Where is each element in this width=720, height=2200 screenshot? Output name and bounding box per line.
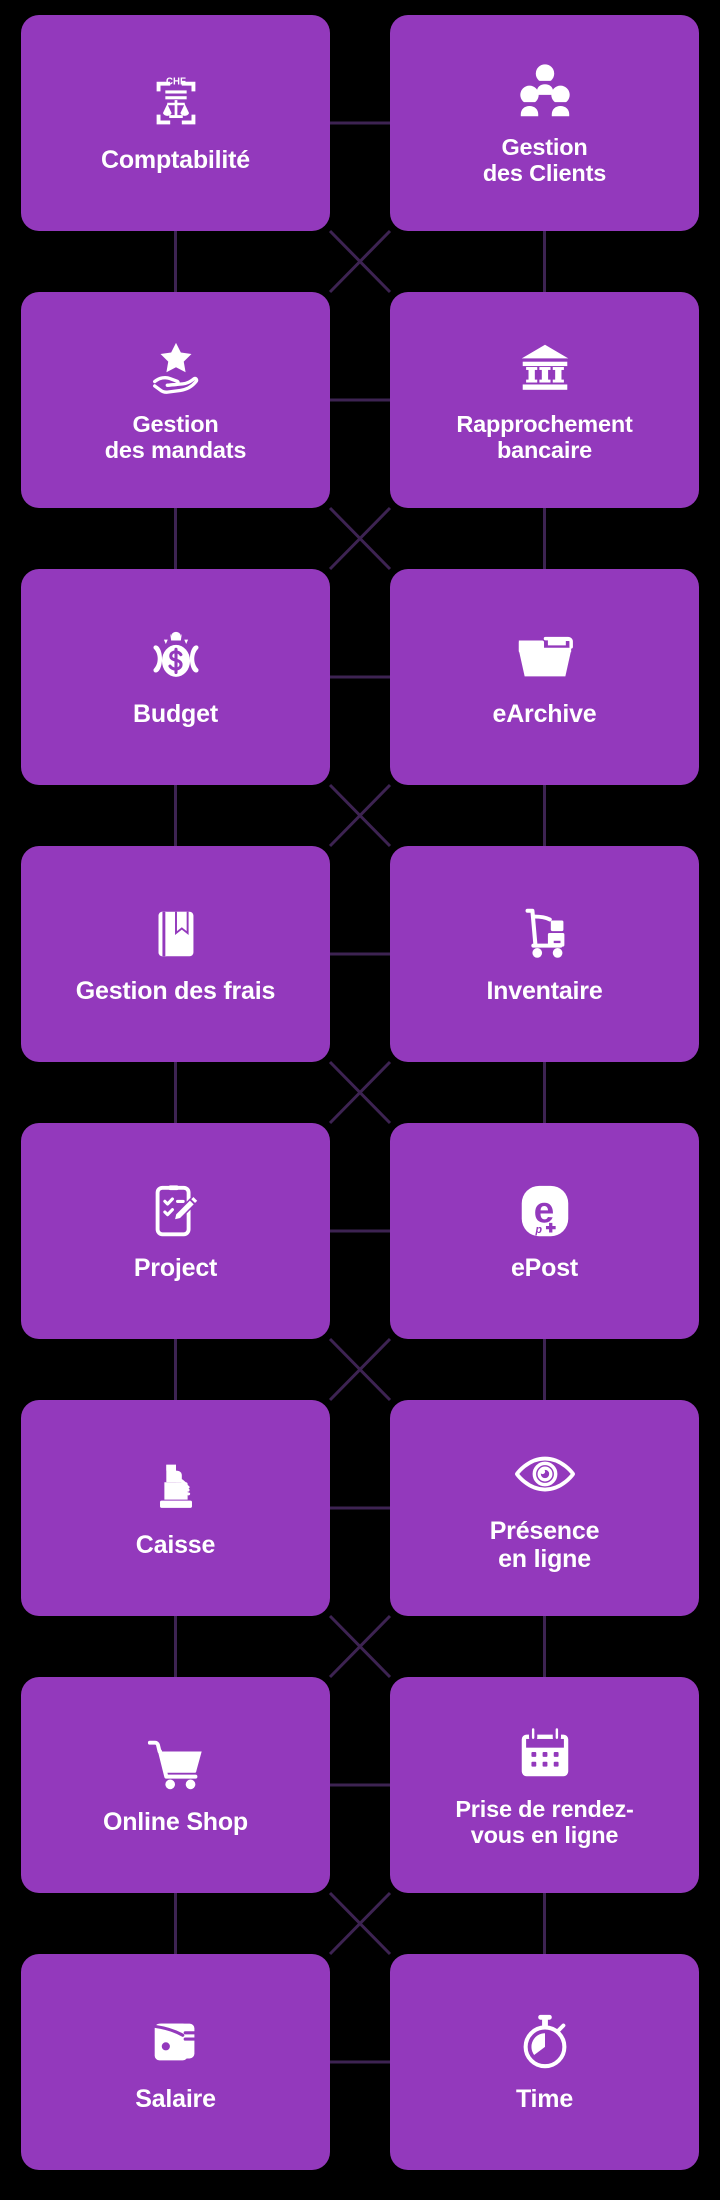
bank-building-icon	[514, 337, 576, 399]
module-card-gestion-frais[interactable]: Gestion des frais	[21, 846, 330, 1062]
module-card-label: Rapprochement bancaire	[456, 410, 633, 463]
module-card-rapprochement[interactable]: Rapprochement bancaire	[390, 292, 699, 508]
module-card-presence-ligne[interactable]: Présence en ligne	[390, 1400, 699, 1616]
module-card-prise-rdv[interactable]: Prise de rendez- vous en ligne	[390, 1677, 699, 1893]
hand-star-icon	[145, 337, 207, 399]
module-card-label: Time	[515, 2085, 574, 2113]
module-card-label: Budget	[133, 700, 218, 728]
module-card-gestion-mandats[interactable]: Gestion des mandats	[21, 292, 330, 508]
module-card-time[interactable]: Time	[390, 1954, 699, 2170]
module-card-inventaire[interactable]: Inventaire	[390, 846, 699, 1062]
cash-register-icon	[145, 1457, 207, 1519]
stopwatch-icon	[514, 2011, 576, 2073]
module-grid-diagram: CHF Comptabilité Gestion des Clients Ges…	[0, 0, 720, 2200]
folder-icon	[514, 626, 576, 688]
module-card-label: Gestion des mandats	[104, 410, 247, 463]
eye-icon	[514, 1443, 576, 1505]
module-card-label: ePost	[510, 1254, 579, 1282]
module-card-label: Gestion des Clients	[482, 133, 607, 186]
svg-text:CHF: CHF	[166, 77, 186, 88]
people-group-icon	[514, 60, 576, 122]
checklist-pencil-icon	[145, 1180, 207, 1242]
svg-text:p: p	[534, 1224, 542, 1236]
chf-document-scales-icon: CHF	[145, 72, 207, 134]
module-card-label: Online Shop	[102, 1808, 249, 1836]
epost-logo-icon: e p	[514, 1180, 576, 1242]
module-card-label: Caisse	[135, 1531, 216, 1559]
module-card-salaire[interactable]: Salaire	[21, 1954, 330, 2170]
wallet-icon	[145, 2011, 207, 2073]
module-card-label: Comptabilité	[101, 146, 250, 174]
module-card-epost[interactable]: e p ePost	[390, 1123, 699, 1339]
bookmark-book-icon	[145, 903, 207, 965]
module-card-online-shop[interactable]: Online Shop	[21, 1677, 330, 1893]
module-card-label: Inventaire	[486, 977, 603, 1005]
module-card-label: Salaire	[135, 2085, 216, 2113]
module-card-earchive[interactable]: eArchive	[390, 569, 699, 785]
module-card-caisse[interactable]: Caisse	[21, 1400, 330, 1616]
module-card-label: Gestion des frais	[75, 977, 276, 1005]
module-card-budget[interactable]: Budget	[21, 569, 330, 785]
module-card-gestion-clients[interactable]: Gestion des Clients	[390, 15, 699, 231]
module-card-project[interactable]: Project	[21, 1123, 330, 1339]
module-card-comptabilite[interactable]: CHF Comptabilité	[21, 15, 330, 231]
module-card-label: eArchive	[492, 700, 597, 728]
money-bag-icon	[145, 626, 207, 688]
hand-truck-icon	[514, 903, 576, 965]
calendar-icon	[514, 1722, 576, 1784]
module-card-label: Présence en ligne	[489, 1517, 600, 1573]
module-card-label: Prise de rendez- vous en ligne	[455, 1795, 634, 1848]
shopping-cart-icon	[145, 1734, 207, 1796]
module-card-label: Project	[133, 1254, 218, 1282]
